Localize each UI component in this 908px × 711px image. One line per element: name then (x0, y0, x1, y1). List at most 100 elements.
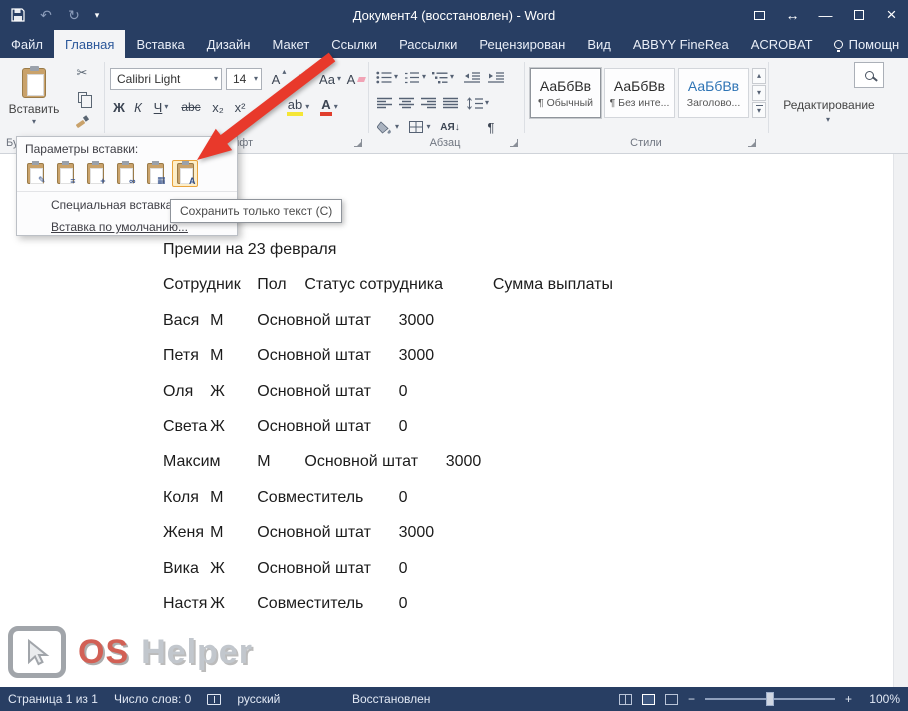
bullets-button[interactable]: ▾ (374, 66, 400, 88)
document-line[interactable]: Петя М Основной штат 3000 (163, 338, 613, 373)
numbering-button[interactable]: ▾ (402, 66, 428, 88)
text-highlight-button[interactable]: ab▾ (284, 96, 312, 118)
cut-button[interactable]: ✂ (70, 64, 94, 82)
tab-file[interactable]: Файл (0, 30, 54, 58)
read-mode-button[interactable] (619, 694, 632, 705)
paste-option-keep-text-only-button[interactable]: А (172, 160, 198, 187)
format-painter-button[interactable] (70, 112, 94, 130)
paragraph-dialog-launcher-icon[interactable] (510, 139, 518, 147)
document-line[interactable]: Коля М Совместитель 0 (163, 480, 613, 515)
word-count[interactable]: Число слов: 0 (114, 692, 191, 706)
paste-option-merge-formatting-button[interactable]: ≡ (52, 160, 78, 187)
document-line[interactable]: Вика Ж Основной штат 0 (163, 551, 613, 586)
clear-formatting-button[interactable]: А (346, 68, 366, 90)
fit-window-button[interactable]: ↔ (776, 0, 809, 30)
zoom-out-button[interactable]: − (688, 692, 695, 706)
shrink-font-button[interactable]: А▾ (292, 68, 314, 90)
tab-mailings[interactable]: Рассылки (388, 30, 468, 58)
document-line[interactable]: Оля Ж Основной штат 0 (163, 374, 613, 409)
paste-option-picture-button[interactable]: ▦ (142, 160, 168, 187)
zoom-level[interactable]: 100% (862, 692, 900, 706)
text-effects-button[interactable]: А▾ (254, 96, 280, 118)
tab-acrobat[interactable]: ACROBAT (740, 30, 824, 58)
shading-button[interactable]: ▾ (374, 116, 402, 138)
tab-insert[interactable]: Вставка (125, 30, 195, 58)
tab-layout[interactable]: Макет (261, 30, 320, 58)
customize-qat-button[interactable]: ▾ (88, 0, 106, 30)
close-button[interactable]: × (875, 0, 908, 30)
tab-abbyy[interactable]: ABBYY FineRea (622, 30, 740, 58)
styles-scroll-up-button[interactable]: ▴ (752, 68, 766, 84)
redo-button[interactable]: ↻ (60, 0, 88, 30)
styles-more-button[interactable]: ▾ (752, 102, 766, 118)
grow-font-button[interactable]: А▴ (268, 68, 290, 90)
save-button[interactable] (4, 0, 32, 30)
line-spacing-button[interactable]: ▾ (464, 92, 492, 114)
document-line[interactable]: Сотрудник Пол Статус сотрудника Сумма вы… (163, 267, 613, 302)
document-line[interactable]: Женя М Основной штат 3000 (163, 515, 613, 550)
paste-option-keep-source-formatting-button[interactable]: ✎ (22, 160, 48, 187)
document-line[interactable]: Вася М Основной штат 3000 (163, 303, 613, 338)
styles-scroll-down-button[interactable]: ▾ (752, 85, 766, 101)
bold-button[interactable]: Ж (110, 96, 128, 118)
tab-review[interactable]: Рецензирован (468, 30, 576, 58)
language-indicator[interactable]: русский (237, 692, 280, 706)
font-size-combo[interactable]: 14 ▾ (226, 68, 262, 90)
ribbon-display-options-button[interactable] (743, 0, 776, 30)
style-card-2[interactable]: АаБбВв¶ Без инте... (604, 68, 675, 118)
proofing-icon[interactable] (207, 694, 221, 705)
strikethrough-button[interactable]: abc (178, 96, 204, 118)
document-line[interactable]: Света Ж Основной штат 0 (163, 409, 613, 444)
zoom-slider[interactable] (705, 698, 835, 700)
tab-design[interactable]: Дизайн (196, 30, 262, 58)
paste-option-link-keep-source-button[interactable]: ∞ (112, 160, 138, 187)
keep-source-formatting-glyph: ✎ (38, 175, 46, 186)
print-layout-button[interactable] (642, 694, 655, 705)
status-bar: Страница 1 из 1 Число слов: 0 русский Во… (0, 687, 908, 711)
underline-button[interactable]: Ч▾ (148, 96, 174, 118)
align-left-button[interactable] (374, 92, 394, 114)
paste-clipboard-icon (22, 68, 46, 98)
italic-button[interactable]: К (130, 96, 146, 118)
zoom-in-button[interactable]: + (845, 692, 852, 706)
align-right-button[interactable] (418, 92, 438, 114)
paste-option-use-destination-theme-button[interactable]: + (82, 160, 108, 187)
tab-home[interactable]: Главная (54, 30, 125, 58)
web-layout-button[interactable] (665, 694, 678, 705)
tab-view[interactable]: Вид (576, 30, 622, 58)
font-color-icon: А (320, 98, 331, 116)
editing-group-button[interactable]: Редактирование (770, 98, 888, 112)
increase-indent-button[interactable] (486, 66, 506, 88)
decrease-indent-button[interactable] (462, 66, 482, 88)
display-options-icon (754, 11, 765, 20)
multilevel-list-button[interactable]: ▾ (430, 66, 456, 88)
sort-button[interactable]: АЯ↓ (438, 116, 462, 138)
paragraph-group-label: Абзац (370, 137, 520, 149)
paste-button[interactable]: Вставить ▾ (8, 62, 60, 134)
find-button[interactable] (854, 62, 884, 88)
document-line[interactable]: Максим М Основной штат 3000 (163, 444, 613, 479)
zoom-slider-thumb[interactable] (766, 692, 774, 706)
copy-button[interactable] (70, 88, 94, 106)
borders-button[interactable]: ▾ (406, 116, 434, 138)
document-line[interactable]: Настя Ж Совместитель 0 (163, 586, 613, 621)
maximize-button[interactable] (842, 0, 875, 30)
undo-button[interactable]: ↶ (32, 0, 60, 30)
style-card-1[interactable]: АаБбВв¶ Обычный (530, 68, 601, 118)
minimize-button[interactable]: — (809, 0, 842, 30)
page-indicator[interactable]: Страница 1 из 1 (8, 692, 98, 706)
recovered-status: Восстановлен (352, 692, 430, 706)
subscript-button[interactable]: х₂ (208, 96, 228, 118)
show-paragraph-marks-button[interactable]: ¶ (482, 116, 500, 138)
align-center-button[interactable] (396, 92, 416, 114)
tell-me-tab[interactable]: Помощн (824, 30, 908, 58)
superscript-button[interactable]: х² (230, 96, 250, 118)
tab-references[interactable]: Ссылки (320, 30, 388, 58)
font-dialog-launcher-icon[interactable] (354, 139, 362, 147)
font-family-combo[interactable]: Calibri Light ▾ (110, 68, 222, 90)
styles-dialog-launcher-icon[interactable] (748, 139, 756, 147)
justify-button[interactable] (440, 92, 460, 114)
change-case-button[interactable]: Аа▾ (316, 68, 344, 90)
style-card-3[interactable]: АаБбВвЗаголово... (678, 68, 749, 118)
font-color-button[interactable]: А▾ (316, 96, 342, 118)
